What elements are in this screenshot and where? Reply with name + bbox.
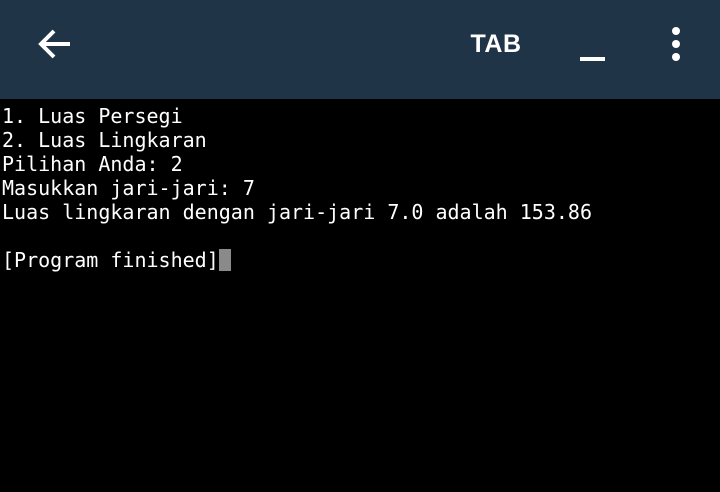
terminal-line: Masukkan jari-jari: 7	[2, 176, 255, 200]
terminal-line: Luas lingkaran dengan jari-jari 7.0 adal…	[2, 200, 593, 224]
arrow-left-icon	[38, 29, 70, 59]
back-button[interactable]	[22, 14, 92, 74]
terminal-output[interactable]: 1. Luas Persegi 2. Luas Lingkaran Piliha…	[0, 99, 720, 492]
overflow-menu-button[interactable]	[652, 20, 700, 68]
underscore-icon	[580, 57, 605, 61]
terminal-last-line: [Program finished]	[2, 248, 231, 272]
text-cursor	[218, 249, 231, 271]
terminal-line: Pilihan Anda: 2	[2, 152, 183, 176]
program-finished-text: [Program finished]	[2, 248, 219, 272]
tab-key-button[interactable]: TAB	[456, 22, 536, 66]
terminal-line: 2. Luas Lingkaran	[2, 128, 207, 152]
minimize-keyboard-button[interactable]	[566, 22, 618, 72]
terminal-app: TAB 1. Luas Persegi 2. Luas Lingkaran Pi…	[0, 0, 720, 492]
top-toolbar: TAB	[0, 0, 720, 99]
terminal-line: 1. Luas Persegi	[2, 104, 183, 128]
